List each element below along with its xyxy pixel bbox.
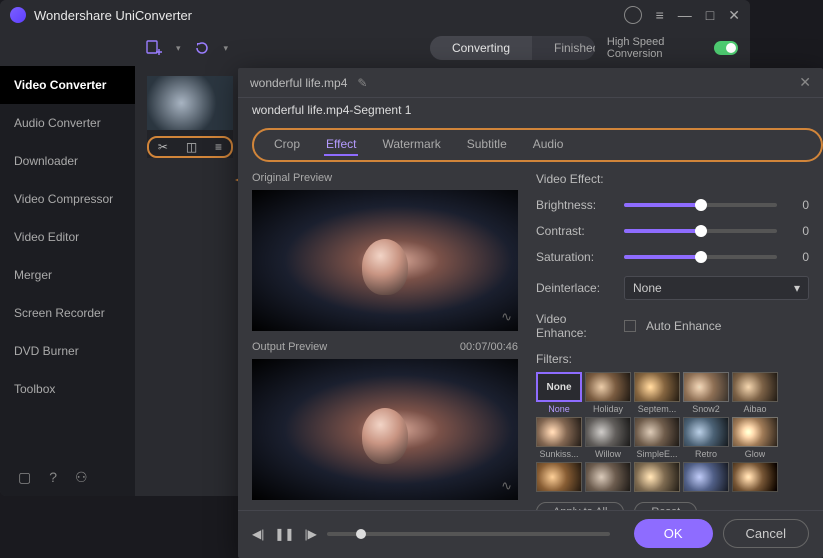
filter-grid: NoneNoneHolidaySeptem...Snow2Aibao Sunkis… [536,372,809,492]
watermark-icon: ∿ [501,478,512,494]
deinterlace-label: Deinterlace: [536,281,614,295]
reset-button[interactable]: Reset [634,502,697,510]
saturation-label: Saturation: [536,250,614,264]
filter-extra-4[interactable] [732,462,778,492]
refresh-icon[interactable] [192,37,211,59]
output-preview-label: Output Preview [252,341,327,353]
filters-label: Filters: [536,352,809,366]
pause-icon[interactable]: ❚❚ [274,527,294,541]
original-preview-label: Original Preview [252,172,518,184]
tab-effect[interactable]: Effect [324,134,358,156]
time-display: 00:07/00:46 [460,341,518,353]
video-enhance-label: Video Enhance: [536,312,614,340]
tab-watermark[interactable]: Watermark [380,134,442,156]
sidebar-item-video-converter[interactable]: Video Converter [0,66,135,104]
saturation-slider[interactable] [624,255,777,259]
minimize-icon[interactable]: ― [678,7,692,23]
close-icon[interactable]: ✕ [728,7,740,24]
contrast-label: Contrast: [536,224,614,238]
app-title: Wondershare UniConverter [34,8,624,23]
sidebar-item-downloader[interactable]: Downloader [0,142,135,180]
filter-extra-1[interactable] [585,462,631,492]
sidebar-item-dvd-burner[interactable]: DVD Burner [0,332,135,370]
cancel-button[interactable]: Cancel [723,519,809,548]
tab-crop[interactable]: Crop [272,134,302,156]
toolbar: ▾ ▾ Converting Finished High Speed Conve… [0,30,750,66]
play-bar: ◀| ❚❚ |▶ OK Cancel [238,510,823,558]
file-name: wonderful life.mp4 [250,76,347,90]
logo-icon [10,7,26,23]
timeline-slider[interactable] [327,532,610,536]
effect-editor-modal: wonderful life.mp4 ✎ ✕ wonderful life.mp… [238,68,823,558]
add-files-icon[interactable] [145,37,164,59]
tab-finished[interactable]: Finished [532,36,595,60]
tutorial-icon[interactable]: ▢ [18,469,31,486]
ok-button[interactable]: OK [634,519,713,548]
contrast-slider[interactable] [624,229,777,233]
filter-glow[interactable]: Glow [732,417,778,459]
sidebar-item-merger[interactable]: Merger [0,256,135,294]
file-card: ✂ ◫ ≡ [147,76,233,158]
users-icon[interactable]: ⚇ [75,469,88,486]
original-preview: ∿ [252,190,518,331]
brightness-slider[interactable] [624,203,777,207]
deinterlace-select[interactable]: None▾ [624,276,809,300]
filter-willow[interactable]: Willow [585,417,631,459]
output-preview: ∿ [252,359,518,500]
sidebar-item-video-compressor[interactable]: Video Compressor [0,180,135,218]
filter-simplee[interactable]: SimpleE... [634,417,680,459]
help-icon[interactable]: ? [49,469,57,486]
scissors-icon[interactable]: ✂ [158,140,168,154]
tab-subtitle[interactable]: Subtitle [465,134,509,156]
hsc-label: High Speed Conversion [607,36,706,60]
auto-enhance-checkbox[interactable] [624,320,636,332]
filter-extra-0[interactable] [536,462,582,492]
prev-frame-icon[interactable]: ◀| [252,527,264,541]
file-edit-tools: ✂ ◫ ≡ [147,136,233,158]
brightness-value: 0 [787,198,809,212]
tab-converting[interactable]: Converting [430,36,532,60]
brightness-label: Brightness: [536,198,614,212]
filter-extra-3[interactable] [683,462,729,492]
effect-icon[interactable]: ≡ [215,140,222,154]
maximize-icon[interactable]: □ [706,7,714,23]
apply-to-all-button[interactable]: Apply to All [536,502,624,510]
chevron-down-icon: ▾ [794,281,800,295]
tab-audio[interactable]: Audio [531,134,566,156]
segment-name: wonderful life.mp4-Segment 1 [238,98,823,122]
filter-septem[interactable]: Septem... [634,372,680,414]
hsc-toggle[interactable] [714,41,738,55]
sidebar-item-audio-converter[interactable]: Audio Converter [0,104,135,142]
titlebar: Wondershare UniConverter ≡ ― □ ✕ [0,0,750,30]
filter-retro[interactable]: Retro [683,417,729,459]
video-effect-label: Video Effect: [536,172,614,186]
watermark-icon: ∿ [501,309,512,325]
file-thumbnail[interactable] [147,76,233,130]
editor-tabs: Crop Effect Watermark Subtitle Audio [252,128,823,162]
contrast-value: 0 [787,224,809,238]
sidebar: Video Converter Audio Converter Download… [0,66,135,496]
filter-holiday[interactable]: Holiday [585,372,631,414]
auto-enhance-label: Auto Enhance [646,319,721,333]
crop-icon[interactable]: ◫ [186,140,197,154]
filter-snow2[interactable]: Snow2 [683,372,729,414]
rename-icon[interactable]: ✎ [357,76,367,90]
filter-extra-2[interactable] [634,462,680,492]
menu-icon[interactable]: ≡ [656,7,664,23]
filter-none[interactable]: NoneNone [536,372,582,414]
filter-aibao[interactable]: Aibao [732,372,778,414]
status-tabs: Converting Finished [430,36,595,60]
modal-close-icon[interactable]: ✕ [799,74,811,91]
sidebar-item-video-editor[interactable]: Video Editor [0,218,135,256]
filter-sunkiss[interactable]: Sunkiss... [536,417,582,459]
next-frame-icon[interactable]: |▶ [304,527,316,541]
sidebar-item-toolbox[interactable]: Toolbox [0,370,135,408]
saturation-value: 0 [787,250,809,264]
account-icon[interactable] [624,6,642,24]
sidebar-item-screen-recorder[interactable]: Screen Recorder [0,294,135,332]
